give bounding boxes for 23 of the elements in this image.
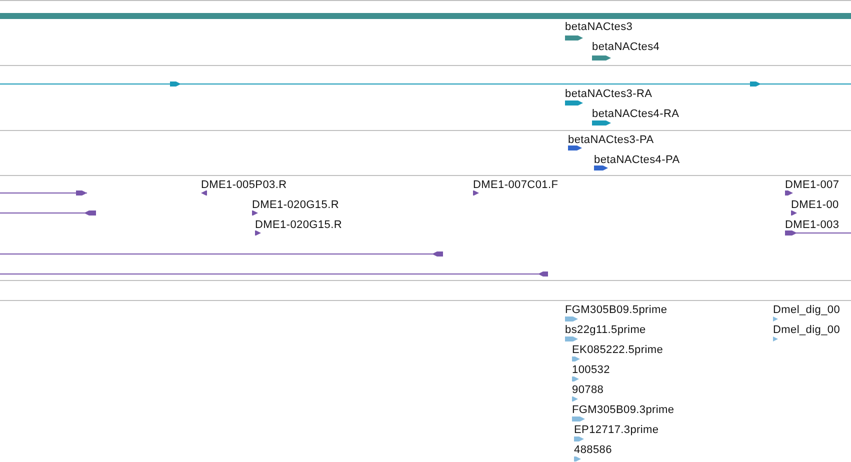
feature-label: DME1-007 [785,179,840,191]
feature-label: DME1-00 [791,199,839,211]
feature-label: betaNACtes3-RA [565,88,652,100]
feature-label: betaNACtes3 [565,21,633,33]
feature-label: betaNACtes4 [592,41,660,53]
feature-label: 488586 [574,444,612,456]
feature-label: 90788 [572,384,604,396]
feature-label: DME1-005P03.R [201,179,287,191]
feature-label: DME1-020G15.R [252,199,339,211]
feature-label: betaNACtes4-PA [594,154,680,166]
feature-label: DME1-020G15.R [255,219,342,231]
feature-label: Dmel_dig_00 [773,304,840,316]
feature-label: EP12717.3prime [574,424,659,436]
feature-label: betaNACtes4-RA [592,108,680,120]
feature-label: Dmel_dig_00 [773,324,840,336]
feature-label: bs22g11.5prime [565,324,646,336]
feature-label: FGM305B09.3prime [572,404,674,416]
feature-label: 100532 [572,364,610,376]
feature-label: betaNACtes3-PA [568,134,654,146]
feature-label: EK085222.5prime [572,344,664,356]
feature-label: FGM305B09.5prime [565,304,668,316]
feature-label: DME1-003 [785,219,840,231]
feature-label: DME1-007C01.F [473,179,558,191]
